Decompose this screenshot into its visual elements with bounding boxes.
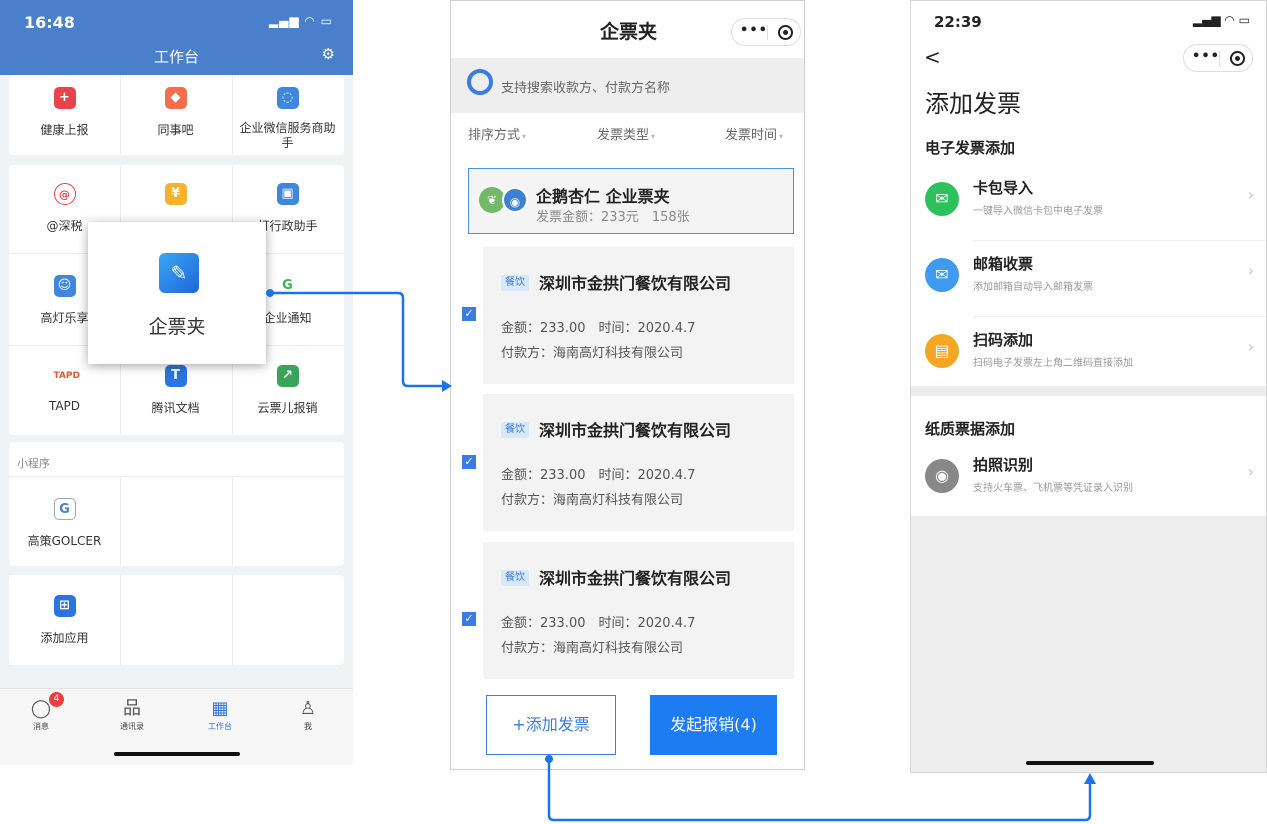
- arrow-to-add-invoice: [547, 760, 1092, 822]
- arrow-start-dot: [266, 289, 274, 297]
- flow-arrows: [266, 289, 1096, 822]
- arrow-to-folder: [270, 291, 442, 388]
- arrow-head-right: [442, 380, 452, 392]
- arrow-head-up: [1084, 773, 1096, 784]
- arrow-start-dot: [545, 755, 553, 763]
